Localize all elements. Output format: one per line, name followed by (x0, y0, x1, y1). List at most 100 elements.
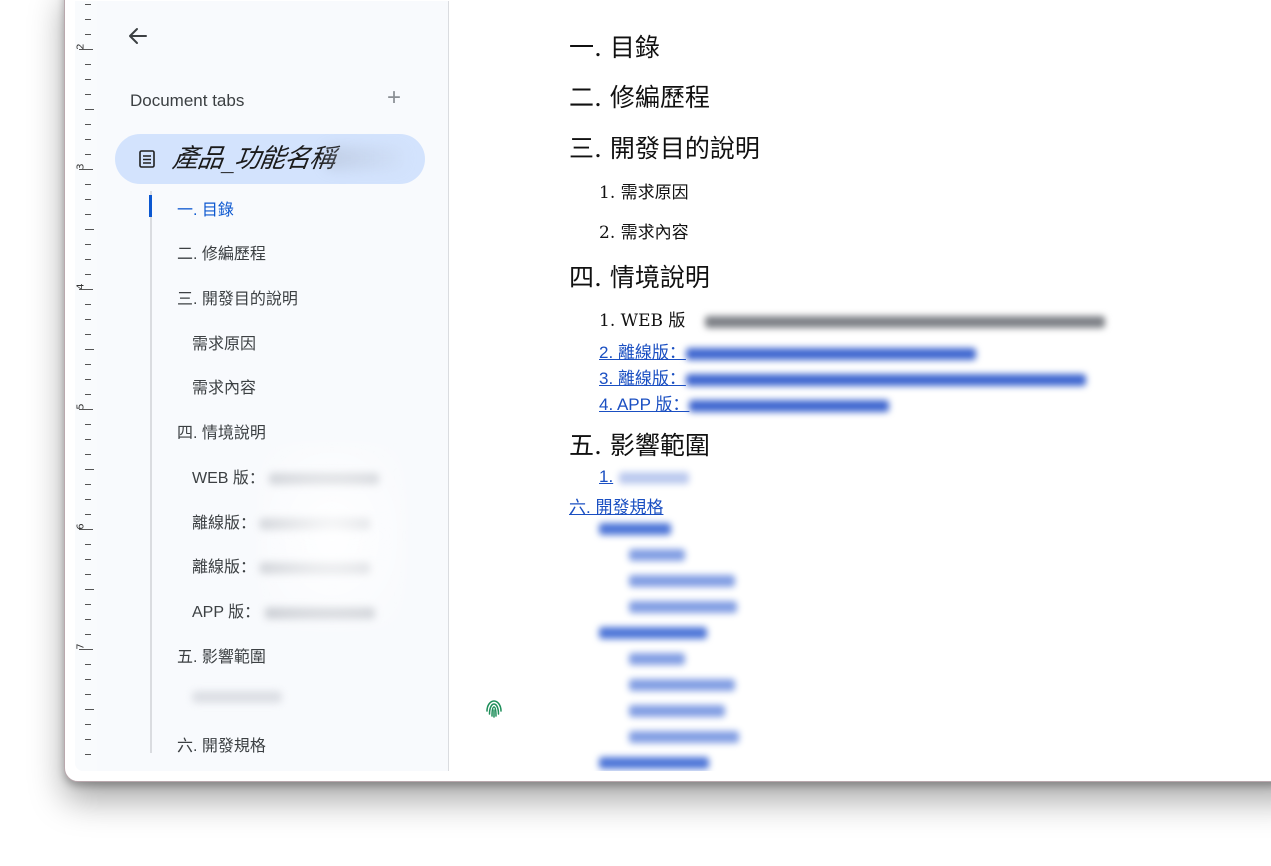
outline-item[interactable]: 五. 影響範圍 (177, 643, 266, 667)
redacted-toc-entry (629, 653, 685, 665)
ruler-tick (85, 514, 91, 515)
ruler-tick (85, 94, 91, 95)
redacted-text (685, 347, 976, 360)
ruler-tick (85, 304, 91, 305)
link-label: 2. 離線版： (599, 343, 686, 362)
ruler-tick (85, 694, 91, 695)
outline-item-label: 離線版： (192, 515, 257, 532)
ruler-tick (85, 244, 91, 245)
ruler-tick (85, 454, 91, 455)
ruler-tick (85, 664, 91, 665)
ruler-tick (85, 589, 94, 590)
redacted-toc-entry (629, 731, 739, 743)
ruler-tick (85, 724, 91, 725)
outline-item-label: WEB 版： (192, 470, 265, 487)
redacted-text (685, 373, 1086, 386)
ruler-tick (85, 259, 91, 260)
outline-item[interactable]: 需求原因 (192, 330, 256, 354)
redacted-toc-entry (629, 575, 735, 587)
window-content: 234567 Document tabs + 產品_功能名稱 一. 目錄 二. … (75, 1, 1271, 771)
ruler-tick (85, 229, 94, 230)
document-tabs-sidebar: Document tabs + 產品_功能名稱 一. 目錄 二. 修編歷程 三.… (97, 1, 449, 771)
ruler-tick (85, 499, 91, 500)
redacted-toc-entry (599, 523, 671, 535)
outline-item[interactable] (192, 688, 282, 706)
app-window: 234567 Document tabs + 產品_功能名稱 一. 目錄 二. … (64, 0, 1271, 782)
ruler-number: 7 (75, 643, 87, 650)
ruler-tick (85, 484, 91, 485)
ruler-tick (85, 604, 91, 605)
ruler-tick (85, 679, 91, 680)
arrow-left-icon (129, 28, 147, 44)
heading-requirement-content: 2. 需求內容 (599, 223, 689, 243)
redacted-toc-entry (599, 627, 707, 639)
ruler-tick (85, 154, 91, 155)
heading-requirement-reason: 1. 需求原因 (599, 183, 689, 203)
add-tab-button[interactable]: + (381, 85, 407, 111)
document-tabs-title: Document tabs (130, 91, 245, 110)
ruler-tick (85, 709, 94, 710)
ruler-tick (85, 364, 91, 365)
ruler-tick (85, 79, 91, 80)
active-tab-name: 產品_功能名稱 (170, 144, 337, 174)
ruler-tick (85, 214, 91, 215)
dev-spec-link[interactable]: 六. 開發規格 (569, 493, 663, 518)
redacted-tab-name (325, 146, 405, 170)
heading-impact-scope: 五. 影響範圍 (569, 431, 710, 460)
ruler-tick (85, 574, 91, 575)
redacted-toc-entry (599, 757, 709, 769)
back-arrow-button[interactable] (125, 23, 151, 49)
redacted-text (192, 690, 282, 703)
scenario-web-label: 1. WEB 版 (599, 311, 686, 331)
outline-item-label: APP 版： (192, 604, 261, 621)
ruler-tick (85, 19, 91, 20)
scenario-offline-link-1[interactable]: 2. 離線版： (599, 338, 976, 363)
ruler-tick (85, 319, 91, 320)
ruler-tick (85, 469, 94, 470)
ruler-tick (85, 394, 91, 395)
ruler-tick (85, 739, 91, 740)
outline-item[interactable]: 二. 修編歷程 (177, 240, 266, 264)
ruler-tick (85, 439, 91, 440)
ruler-tick (85, 754, 91, 755)
heading-scenario: 四. 情境說明 (569, 263, 710, 292)
ruler-tick (85, 544, 91, 545)
ruler-tick (85, 349, 94, 350)
scenario-app-link[interactable]: 4. APP 版： (599, 390, 890, 415)
redacted-text (704, 315, 1105, 328)
outline-item[interactable]: 三. 開發目的說明 (177, 285, 298, 309)
ruler-tick (85, 379, 91, 380)
ruler-number: 4 (75, 283, 87, 290)
redacted-text (619, 471, 690, 484)
outline-item[interactable]: 四. 情境說明 (177, 419, 266, 443)
ruler-number: 6 (75, 523, 87, 530)
outline-item[interactable]: 六. 開發規格 (177, 732, 266, 756)
redacted-toc-entry (629, 549, 685, 561)
document-icon (139, 150, 155, 168)
ruler-tick (85, 34, 91, 35)
scenario-offline-link-2[interactable]: 3. 離線版： (599, 364, 1086, 389)
active-document-tab[interactable]: 產品_功能名稱 (115, 134, 425, 184)
ruler-tick (85, 274, 91, 275)
ruler-tick (85, 334, 91, 335)
fingerprint-icon[interactable] (483, 697, 505, 719)
outline-item[interactable]: 一. 目錄 (177, 196, 234, 220)
ruler-tick (85, 4, 91, 5)
link-label: 1. (599, 467, 614, 486)
redacted-toc-entry (629, 679, 735, 691)
scenario-web: 1. WEB 版 (599, 306, 1105, 331)
outline-active-indicator (149, 195, 152, 217)
document-canvas[interactable]: 一. 目錄 二. 修編歷程 三. 開發目的說明 1. 需求原因 2. 需求內容 … (449, 1, 1271, 771)
ruler-tick (85, 109, 94, 110)
ruler-tick (85, 424, 91, 425)
outline-guide-line (150, 191, 152, 753)
ruler-tick (85, 634, 91, 635)
impact-link-1[interactable]: 1. (599, 467, 690, 487)
blur-overlay (257, 441, 407, 631)
heading-toc: 一. 目錄 (569, 33, 660, 62)
outline-item[interactable]: 需求內容 (192, 374, 256, 398)
heading-revision-history: 二. 修編歷程 (569, 83, 710, 112)
ruler-number: 2 (75, 43, 87, 50)
ruler-tick (85, 184, 91, 185)
vertical-ruler: 2 3 4 5 6 7 (75, 1, 97, 771)
